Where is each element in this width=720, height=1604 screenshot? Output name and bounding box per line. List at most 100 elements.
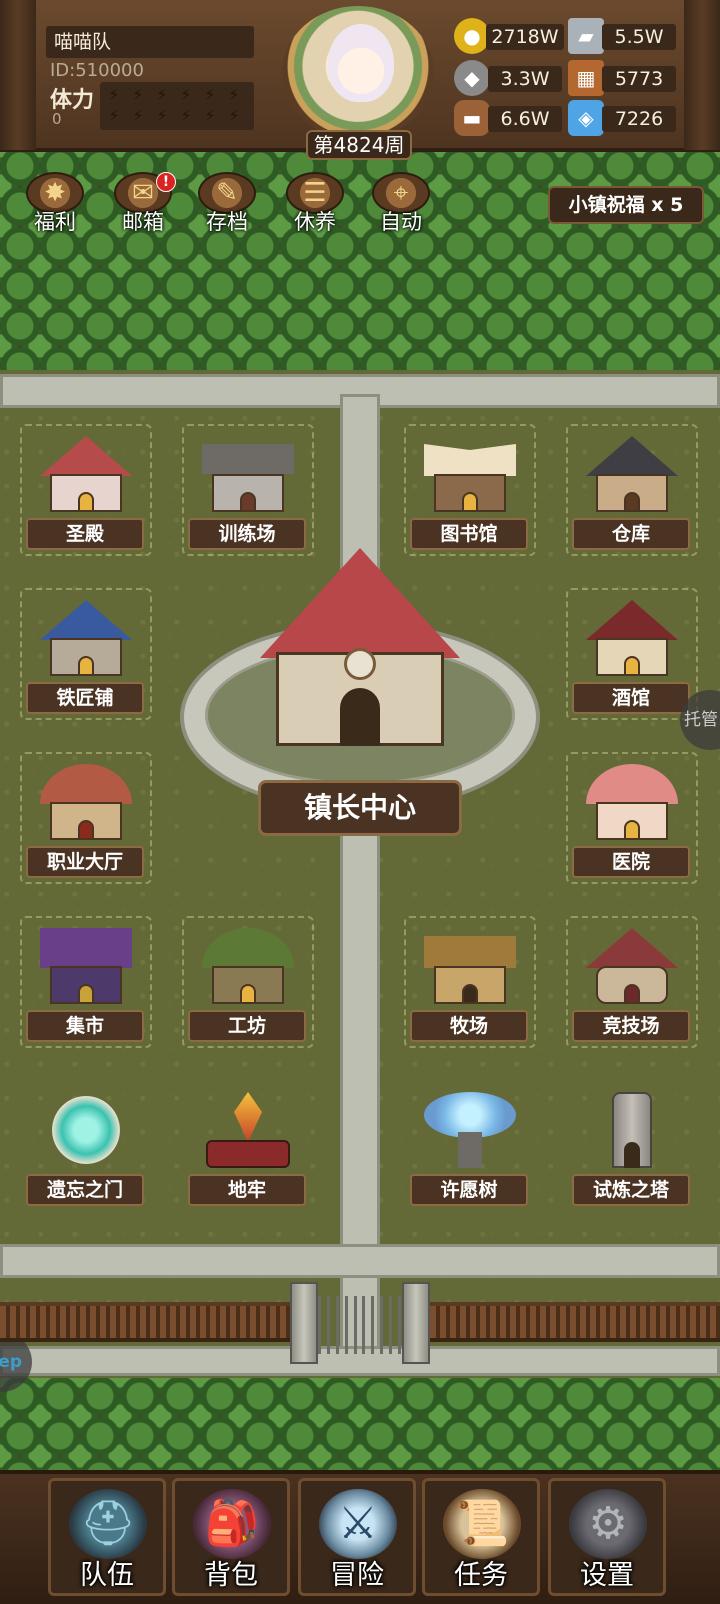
building-mayor-center[interactable] bbox=[242, 548, 478, 758]
road-bottom bbox=[0, 1244, 720, 1278]
resource-leather[interactable]: ▦ 5773 bbox=[568, 60, 678, 96]
gate-door-right bbox=[362, 1296, 402, 1354]
menu-save[interactable]: ✎ 存档 bbox=[192, 168, 262, 238]
nav-label: 任务 bbox=[454, 1560, 508, 1591]
warehouse-icon bbox=[586, 436, 678, 514]
training-ground-icon bbox=[202, 436, 294, 514]
town-blessing-button[interactable]: 小镇祝福 x 5 bbox=[548, 186, 704, 224]
team-name: 喵喵队 bbox=[46, 26, 254, 58]
stamina-bolt-icon: ⚡ bbox=[228, 85, 240, 104]
nav-quest-button[interactable]: 📜 任务 bbox=[422, 1478, 540, 1596]
leather-icon: ▦ bbox=[568, 60, 604, 96]
dungeon-altar-icon bbox=[202, 1092, 294, 1170]
resource-wood[interactable]: ▬ 6.6W bbox=[454, 100, 564, 136]
nav-backpack-button[interactable]: 🎒 背包 bbox=[172, 1478, 290, 1596]
building-market[interactable]: 集市 bbox=[20, 916, 152, 1048]
resource-gold[interactable]: ● 2718W bbox=[454, 18, 564, 54]
menu-label: 存档 bbox=[206, 210, 248, 234]
menu-rest[interactable]: ☰ 休养 bbox=[280, 168, 350, 238]
building-hospital[interactable]: 医院 bbox=[566, 752, 698, 884]
gate-post-right bbox=[402, 1282, 430, 1364]
menu-label: 休养 bbox=[294, 210, 336, 234]
job-hall-icon bbox=[40, 764, 132, 842]
building-library[interactable]: 图书馆 bbox=[404, 424, 536, 556]
resource-stone[interactable]: ◆ 3.3W bbox=[454, 60, 564, 96]
building-label: 地牢 bbox=[188, 1174, 306, 1206]
stamina-value: 0 bbox=[52, 110, 62, 128]
nav-label: 背包 bbox=[204, 1560, 258, 1591]
stamina-bolt-icon: ⚡ bbox=[156, 85, 168, 104]
building-label: 医院 bbox=[572, 846, 690, 878]
mayor-roof bbox=[260, 548, 460, 658]
resource-crystal[interactable]: ◈ 7226 bbox=[568, 100, 678, 136]
crossed-swords-icon: ⚔ bbox=[319, 1489, 397, 1559]
wishing-tree-icon bbox=[424, 1092, 516, 1170]
nav-label: 设置 bbox=[580, 1560, 634, 1591]
market-tent-icon bbox=[40, 928, 132, 1006]
building-forgotten-gate[interactable]: 遗忘之门 bbox=[20, 1080, 152, 1212]
building-arena[interactable]: 竞技场 bbox=[566, 916, 698, 1048]
building-wishing-tree[interactable]: 许愿树 bbox=[404, 1080, 536, 1212]
stamina-bolt-icon: ⚡ bbox=[180, 106, 192, 125]
stamina-bolt-icon: ⚡ bbox=[132, 106, 144, 125]
building-label: 酒馆 bbox=[572, 682, 690, 714]
iron-ingot-icon: ▰ bbox=[568, 18, 604, 54]
resource-value: 2718W bbox=[486, 24, 564, 50]
building-ranch[interactable]: 牧场 bbox=[404, 916, 536, 1048]
menu-label: 福利 bbox=[34, 210, 76, 234]
gate-post-left bbox=[290, 1282, 318, 1364]
gold-coin-icon: ● bbox=[454, 18, 490, 54]
building-job-hall[interactable]: 职业大厅 bbox=[20, 752, 152, 884]
hospital-icon bbox=[586, 764, 678, 842]
mayor-center-label[interactable]: 镇长中心 bbox=[258, 780, 462, 836]
resource-iron[interactable]: ▰ 5.5W bbox=[568, 18, 678, 54]
building-smithy[interactable]: 铁匠铺 bbox=[20, 588, 152, 720]
building-dungeon[interactable]: 地牢 bbox=[182, 1080, 314, 1212]
gate-door-left bbox=[318, 1296, 358, 1354]
header-post-right bbox=[684, 0, 720, 150]
gear-icon: ⚙ bbox=[569, 1489, 647, 1559]
menu-welfare[interactable]: ✸ 福利 bbox=[20, 168, 90, 238]
building-label: 牧场 bbox=[410, 1010, 528, 1042]
avatar-character-icon bbox=[328, 24, 394, 102]
stamina-bolt-icon: ⚡ bbox=[156, 106, 168, 125]
building-trial-tower[interactable]: 试炼之塔 bbox=[566, 1080, 698, 1212]
building-label: 铁匠铺 bbox=[26, 682, 144, 714]
mayor-door-icon bbox=[340, 688, 380, 746]
nav-team-button[interactable]: ⛑ 队伍 bbox=[48, 1478, 166, 1596]
fence-left bbox=[0, 1302, 300, 1342]
road-gate bbox=[0, 1346, 720, 1376]
helmet-icon: ⛑ bbox=[69, 1489, 147, 1559]
building-training[interactable]: 训练场 bbox=[182, 424, 314, 556]
stamina-bolt-icon: ⚡ bbox=[108, 106, 120, 125]
building-label: 试炼之塔 bbox=[572, 1174, 690, 1206]
stamina-bolt-icon: ⚡ bbox=[180, 85, 192, 104]
resource-value: 7226 bbox=[602, 106, 676, 132]
building-warehouse[interactable]: 仓库 bbox=[566, 424, 698, 556]
nav-adventure-button[interactable]: ⚔ 冒险 bbox=[298, 1478, 416, 1596]
nav-settings-button[interactable]: ⚙ 设置 bbox=[548, 1478, 666, 1596]
tavern-icon bbox=[586, 600, 678, 678]
building-label: 圣殿 bbox=[26, 518, 144, 550]
building-label: 图书馆 bbox=[410, 518, 528, 550]
building-label: 许愿树 bbox=[410, 1174, 528, 1206]
forest-bottom bbox=[0, 1378, 720, 1478]
arena-icon bbox=[586, 928, 678, 1006]
resource-value: 6.6W bbox=[488, 106, 562, 132]
menu-label: 邮箱 bbox=[122, 210, 164, 234]
player-id: ID:510000 bbox=[50, 60, 144, 81]
workshop-icon bbox=[202, 928, 294, 1006]
building-label: 仓库 bbox=[572, 518, 690, 550]
stamina-bolt-icon: ⚡ bbox=[108, 85, 120, 104]
building-temple[interactable]: 圣殿 bbox=[20, 424, 152, 556]
building-tavern[interactable]: 酒馆 bbox=[566, 588, 698, 720]
building-workshop[interactable]: 工坊 bbox=[182, 916, 314, 1048]
resource-value: 3.3W bbox=[488, 66, 562, 92]
building-label: 竞技场 bbox=[572, 1010, 690, 1042]
stone-icon: ◆ bbox=[454, 60, 490, 96]
menu-auto[interactable]: ⌖ 自动 bbox=[366, 168, 436, 238]
resource-value: 5773 bbox=[602, 66, 676, 92]
building-label: 训练场 bbox=[188, 518, 306, 550]
building-label: 职业大厅 bbox=[26, 846, 144, 878]
menu-mailbox[interactable]: ✉ ! 邮箱 bbox=[108, 168, 178, 238]
